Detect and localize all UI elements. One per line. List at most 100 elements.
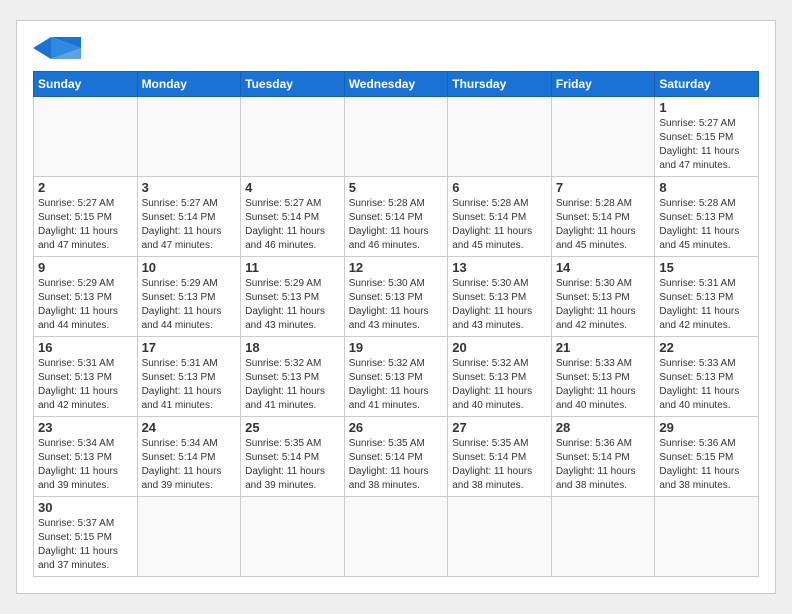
day-number: 15 bbox=[659, 260, 754, 275]
calendar-cell: 8 Sunrise: 5:28 AM Sunset: 5:13 PM Daylig… bbox=[655, 177, 759, 257]
weekday-header-tuesday: Tuesday bbox=[241, 72, 345, 97]
day-info: Sunrise: 5:27 AM Sunset: 5:14 PM Dayligh… bbox=[142, 197, 237, 253]
day-number: 29 bbox=[659, 420, 754, 435]
calendar-cell bbox=[137, 497, 241, 577]
day-number: 18 bbox=[245, 340, 340, 355]
calendar-cell bbox=[344, 497, 448, 577]
calendar-cell: 23 Sunrise: 5:34 AM Sunset: 5:13 PM Dayli… bbox=[34, 417, 138, 497]
day-number: 20 bbox=[452, 340, 547, 355]
day-number: 30 bbox=[38, 500, 133, 515]
calendar-cell: 12 Sunrise: 5:30 AM Sunset: 5:13 PM Dayli… bbox=[344, 257, 448, 337]
day-number: 14 bbox=[556, 260, 651, 275]
day-info: Sunrise: 5:28 AM Sunset: 5:14 PM Dayligh… bbox=[556, 197, 651, 253]
calendar-cell bbox=[551, 97, 655, 177]
calendar-cell bbox=[137, 97, 241, 177]
day-info: Sunrise: 5:32 AM Sunset: 5:13 PM Dayligh… bbox=[245, 357, 340, 413]
weekday-header-monday: Monday bbox=[137, 72, 241, 97]
day-number: 16 bbox=[38, 340, 133, 355]
day-number: 10 bbox=[142, 260, 237, 275]
day-info: Sunrise: 5:31 AM Sunset: 5:13 PM Dayligh… bbox=[659, 277, 754, 333]
day-number: 17 bbox=[142, 340, 237, 355]
day-number: 21 bbox=[556, 340, 651, 355]
day-info: Sunrise: 5:29 AM Sunset: 5:13 PM Dayligh… bbox=[142, 277, 237, 333]
calendar-cell: 29 Sunrise: 5:36 AM Sunset: 5:15 PM Dayli… bbox=[655, 417, 759, 497]
calendar-table: SundayMondayTuesdayWednesdayThursdayFrid… bbox=[33, 71, 759, 577]
day-number: 26 bbox=[349, 420, 444, 435]
day-info: Sunrise: 5:37 AM Sunset: 5:15 PM Dayligh… bbox=[38, 517, 133, 573]
calendar-cell: 25 Sunrise: 5:35 AM Sunset: 5:14 PM Dayli… bbox=[241, 417, 345, 497]
calendar-cell bbox=[448, 497, 552, 577]
logo-icon bbox=[33, 37, 81, 59]
day-number: 28 bbox=[556, 420, 651, 435]
day-info: Sunrise: 5:28 AM Sunset: 5:14 PM Dayligh… bbox=[349, 197, 444, 253]
weekday-header-friday: Friday bbox=[551, 72, 655, 97]
day-info: Sunrise: 5:33 AM Sunset: 5:13 PM Dayligh… bbox=[556, 357, 651, 413]
day-info: Sunrise: 5:30 AM Sunset: 5:13 PM Dayligh… bbox=[349, 277, 444, 333]
day-number: 11 bbox=[245, 260, 340, 275]
day-info: Sunrise: 5:29 AM Sunset: 5:13 PM Dayligh… bbox=[245, 277, 340, 333]
week-row-1: 2Sunrise: 5:27 AM Sunset: 5:15 PM Daylig… bbox=[34, 177, 759, 257]
calendar-cell: 30 Sunrise: 5:37 AM Sunset: 5:15 PM Dayli… bbox=[34, 497, 138, 577]
day-info: Sunrise: 5:33 AM Sunset: 5:13 PM Dayligh… bbox=[659, 357, 754, 413]
day-info: Sunrise: 5:34 AM Sunset: 5:14 PM Dayligh… bbox=[142, 437, 237, 493]
day-number: 27 bbox=[452, 420, 547, 435]
day-info: Sunrise: 5:30 AM Sunset: 5:13 PM Dayligh… bbox=[452, 277, 547, 333]
calendar-cell: 2Sunrise: 5:27 AM Sunset: 5:15 PM Daylig… bbox=[34, 177, 138, 257]
calendar-container: SundayMondayTuesdayWednesdayThursdayFrid… bbox=[16, 20, 776, 594]
day-info: Sunrise: 5:35 AM Sunset: 5:14 PM Dayligh… bbox=[245, 437, 340, 493]
day-number: 8 bbox=[659, 180, 754, 195]
day-number: 5 bbox=[349, 180, 444, 195]
day-number: 12 bbox=[349, 260, 444, 275]
day-number: 1 bbox=[659, 100, 754, 115]
calendar-cell: 3Sunrise: 5:27 AM Sunset: 5:14 PM Daylig… bbox=[137, 177, 241, 257]
day-number: 4 bbox=[245, 180, 340, 195]
calendar-cell: 19 Sunrise: 5:32 AM Sunset: 5:13 PM Dayli… bbox=[344, 337, 448, 417]
day-number: 22 bbox=[659, 340, 754, 355]
calendar-cell bbox=[655, 497, 759, 577]
day-info: Sunrise: 5:35 AM Sunset: 5:14 PM Dayligh… bbox=[452, 437, 547, 493]
logo bbox=[33, 37, 81, 59]
day-number: 9 bbox=[38, 260, 133, 275]
calendar-cell: 9 Sunrise: 5:29 AM Sunset: 5:13 PM Daylig… bbox=[34, 257, 138, 337]
calendar-cell: 13 Sunrise: 5:30 AM Sunset: 5:13 PM Dayli… bbox=[448, 257, 552, 337]
weekday-header-thursday: Thursday bbox=[448, 72, 552, 97]
day-number: 19 bbox=[349, 340, 444, 355]
day-number: 13 bbox=[452, 260, 547, 275]
day-info: Sunrise: 5:28 AM Sunset: 5:13 PM Dayligh… bbox=[659, 197, 754, 253]
calendar-cell: 18 Sunrise: 5:32 AM Sunset: 5:13 PM Dayli… bbox=[241, 337, 345, 417]
calendar-cell bbox=[551, 497, 655, 577]
calendar-cell bbox=[241, 97, 345, 177]
day-info: Sunrise: 5:32 AM Sunset: 5:13 PM Dayligh… bbox=[452, 357, 547, 413]
day-info: Sunrise: 5:34 AM Sunset: 5:13 PM Dayligh… bbox=[38, 437, 133, 493]
calendar-cell bbox=[344, 97, 448, 177]
weekday-header-sunday: Sunday bbox=[34, 72, 138, 97]
week-row-0: 1Sunrise: 5:27 AM Sunset: 5:15 PM Daylig… bbox=[34, 97, 759, 177]
calendar-cell: 11 Sunrise: 5:29 AM Sunset: 5:13 PM Dayli… bbox=[241, 257, 345, 337]
day-number: 23 bbox=[38, 420, 133, 435]
day-number: 24 bbox=[142, 420, 237, 435]
day-number: 25 bbox=[245, 420, 340, 435]
day-info: Sunrise: 5:28 AM Sunset: 5:14 PM Dayligh… bbox=[452, 197, 547, 253]
calendar-cell: 24 Sunrise: 5:34 AM Sunset: 5:14 PM Dayli… bbox=[137, 417, 241, 497]
calendar-cell bbox=[241, 497, 345, 577]
calendar-cell: 26Sunrise: 5:35 AM Sunset: 5:14 PM Dayli… bbox=[344, 417, 448, 497]
day-info: Sunrise: 5:30 AM Sunset: 5:13 PM Dayligh… bbox=[556, 277, 651, 333]
calendar-cell: 16 Sunrise: 5:31 AM Sunset: 5:13 PM Dayli… bbox=[34, 337, 138, 417]
calendar-cell: 21 Sunrise: 5:33 AM Sunset: 5:13 PM Dayli… bbox=[551, 337, 655, 417]
calendar-cell: 1Sunrise: 5:27 AM Sunset: 5:15 PM Daylig… bbox=[655, 97, 759, 177]
day-info: Sunrise: 5:31 AM Sunset: 5:13 PM Dayligh… bbox=[38, 357, 133, 413]
day-info: Sunrise: 5:29 AM Sunset: 5:13 PM Dayligh… bbox=[38, 277, 133, 333]
day-number: 7 bbox=[556, 180, 651, 195]
day-info: Sunrise: 5:31 AM Sunset: 5:13 PM Dayligh… bbox=[142, 357, 237, 413]
calendar-cell: 6Sunrise: 5:28 AM Sunset: 5:14 PM Daylig… bbox=[448, 177, 552, 257]
calendar-cell: 15 Sunrise: 5:31 AM Sunset: 5:13 PM Dayli… bbox=[655, 257, 759, 337]
day-info: Sunrise: 5:36 AM Sunset: 5:15 PM Dayligh… bbox=[659, 437, 754, 493]
day-info: Sunrise: 5:32 AM Sunset: 5:13 PM Dayligh… bbox=[349, 357, 444, 413]
calendar-cell bbox=[34, 97, 138, 177]
calendar-cell: 4 Sunrise: 5:27 AM Sunset: 5:14 PM Daylig… bbox=[241, 177, 345, 257]
day-info: Sunrise: 5:27 AM Sunset: 5:14 PM Dayligh… bbox=[245, 197, 340, 253]
day-info: Sunrise: 5:36 AM Sunset: 5:14 PM Dayligh… bbox=[556, 437, 651, 493]
weekday-header-row: SundayMondayTuesdayWednesdayThursdayFrid… bbox=[34, 72, 759, 97]
calendar-cell: 20 Sunrise: 5:32 AM Sunset: 5:13 PM Dayli… bbox=[448, 337, 552, 417]
calendar-cell: 5 Sunrise: 5:28 AM Sunset: 5:14 PM Daylig… bbox=[344, 177, 448, 257]
